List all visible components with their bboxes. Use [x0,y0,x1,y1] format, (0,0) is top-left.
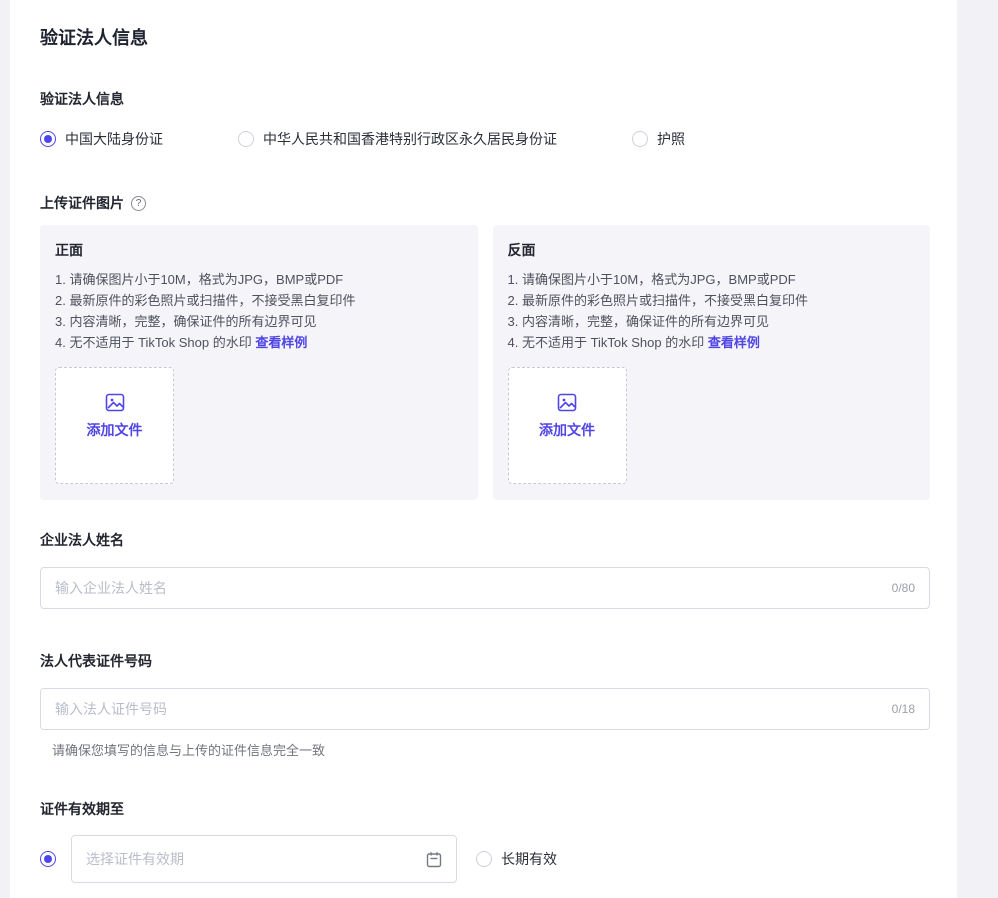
upload-dropzone-front[interactable]: 添加文件 [55,367,174,484]
id-number-input[interactable] [55,701,882,717]
id-number-counter: 0/18 [892,702,915,716]
radio-mainland-id[interactable] [40,131,56,147]
radio-long-term[interactable] [476,851,492,867]
radio-label-hk-id: 中华人民共和国香港特别行政区永久居民身份证 [263,129,557,149]
id-number-hint: 请确保您填写的信息与上传的证件信息完全一致 [40,740,930,759]
panel-back-title: 反面 [508,240,915,260]
radio-option-passport[interactable]: 护照 [632,129,685,149]
validity-row: 长期有效 [40,835,930,883]
upload-panel-front: 正面 1. 请确保图片小于10M，格式为JPG，BMP或PDF 2. 最新原件的… [40,225,478,500]
panel-back-rule-4: 4. 无不适用于 TikTok Shop 的水印 查看样例 [508,332,915,353]
panel-front-rule-1: 1. 请确保图片小于10M，格式为JPG，BMP或PDF [55,269,462,290]
upload-panel-back: 反面 1. 请确保图片小于10M，格式为JPG，BMP或PDF 2. 最新原件的… [493,225,931,500]
radio-option-mainland-id[interactable]: 中国大陆身份证 [40,129,163,149]
image-icon [557,393,577,412]
view-sample-link-back[interactable]: 查看样例 [708,335,760,350]
id-number-label: 法人代表证件号码 [40,651,930,671]
radio-validity-date[interactable] [40,851,56,867]
upload-panels: 正面 1. 请确保图片小于10M，格式为JPG，BMP或PDF 2. 最新原件的… [40,225,930,500]
radio-label-long-term: 长期有效 [501,849,557,869]
radio-label-passport: 护照 [657,129,685,149]
upload-dropzone-back[interactable]: 添加文件 [508,367,627,484]
panel-front-rule-2: 2. 最新原件的彩色照片或扫描件，不接受黑白复印件 [55,290,462,311]
legal-name-label: 企业法人姓名 [40,530,930,550]
id-number-input-wrap: 0/18 [40,688,930,730]
legal-name-input-wrap: 0/80 [40,567,930,609]
legal-person-form-card: 验证法人信息 验证法人信息 中国大陆身份证 中华人民共和国香港特别行政区永久居民… [10,0,957,898]
validity-date-input-wrap [71,835,457,883]
legal-name-input[interactable] [55,580,882,596]
radio-label-mainland-id: 中国大陆身份证 [65,129,163,149]
validity-label: 证件有效期至 [40,799,930,819]
add-file-label-front: 添加文件 [87,420,143,440]
identity-type-label: 验证法人信息 [40,89,930,109]
page-title: 验证法人信息 [40,24,930,50]
upload-section-header: 上传证件图片 ? [40,193,930,213]
radio-passport[interactable] [632,131,648,147]
panel-back-rule-4-text: 4. 无不适用于 TikTok Shop 的水印 [508,335,708,350]
radio-hk-id[interactable] [238,131,254,147]
panel-back-rule-2: 2. 最新原件的彩色照片或扫描件，不接受黑白复印件 [508,290,915,311]
image-icon [105,393,125,412]
help-question-icon[interactable]: ? [131,196,146,211]
upload-section-label: 上传证件图片 [40,193,124,213]
panel-back-rule-3: 3. 内容清晰，完整，确保证件的所有边界可见 [508,311,915,332]
view-sample-link-front[interactable]: 查看样例 [255,335,307,350]
identity-type-radio-group: 中国大陆身份证 中华人民共和国香港特别行政区永久居民身份证 护照 [40,129,930,149]
legal-name-counter: 0/80 [892,581,915,595]
panel-front-rule-4: 4. 无不适用于 TikTok Shop 的水印 查看样例 [55,332,462,353]
panel-front-rule-3: 3. 内容清晰，完整，确保证件的所有边界可见 [55,311,462,332]
validity-date-input[interactable] [86,851,426,867]
add-file-label-back: 添加文件 [539,420,595,440]
panel-front-title: 正面 [55,240,462,260]
panel-front-rule-4-text: 4. 无不适用于 TikTok Shop 的水印 [55,335,255,350]
radio-option-hk-id[interactable]: 中华人民共和国香港特别行政区永久居民身份证 [238,129,557,149]
panel-back-rule-1: 1. 请确保图片小于10M，格式为JPG，BMP或PDF [508,269,915,290]
calendar-icon[interactable] [426,851,442,868]
radio-option-long-term[interactable]: 长期有效 [476,849,557,869]
